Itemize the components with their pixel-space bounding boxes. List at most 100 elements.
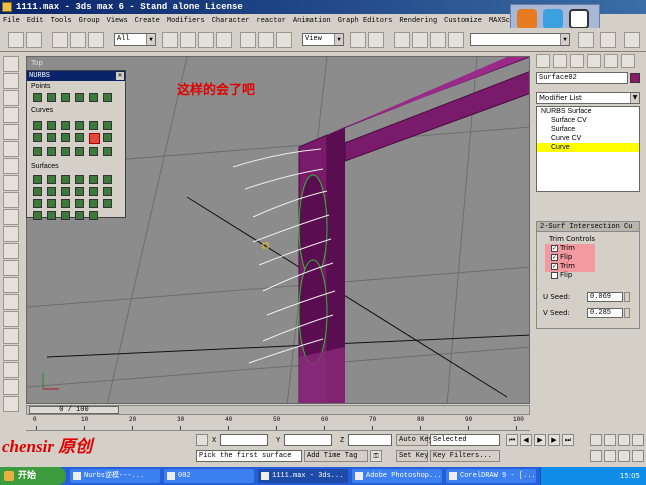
nurbs-tool-icon[interactable] [89, 199, 98, 208]
nurbs-tool-icon[interactable] [89, 121, 98, 130]
left-tool-icon[interactable] [3, 345, 19, 361]
menu-item[interactable]: Create [132, 17, 164, 25]
checkbox-checked[interactable]: ✓ [551, 262, 558, 270]
select-move-icon[interactable] [240, 32, 256, 48]
menu-item[interactable]: Edit [24, 17, 48, 25]
object-color-swatch[interactable] [630, 73, 640, 83]
app-launch-icon[interactable] [569, 9, 589, 29]
trim-checkbox[interactable]: Flip [551, 271, 572, 280]
nurbs-tool-icon[interactable] [61, 121, 70, 130]
nurbs-tool-icon[interactable] [89, 187, 98, 196]
modify-tab-icon[interactable] [553, 54, 567, 68]
nurbs-tool-icon[interactable] [33, 93, 42, 102]
left-tool-icon[interactable] [3, 192, 19, 208]
key-mode-icon[interactable]: ⚿ [370, 450, 382, 462]
checkbox-checked[interactable]: ✓ [551, 244, 558, 252]
orbit-icon[interactable] [618, 450, 630, 462]
left-tool-icon[interactable] [3, 243, 19, 259]
trim-checkbox[interactable]: ✓ Trim [551, 262, 575, 271]
menu-item[interactable]: MAXScript [486, 17, 510, 25]
v-seed-arrows[interactable] [624, 308, 630, 318]
object-name-field[interactable]: Surface02 [536, 72, 628, 84]
x-coord-field[interactable] [220, 434, 268, 446]
modifier-stack[interactable]: NURBS Surface Surface CV Surface Curve CV Cu… [536, 106, 640, 192]
nurbs-tool-icon[interactable] [47, 175, 56, 184]
left-tool-icon[interactable] [3, 175, 19, 191]
maximize-viewport-icon[interactable] [632, 450, 644, 462]
nurbs-tool-icon[interactable] [33, 199, 42, 208]
select-rotate-icon[interactable] [258, 32, 274, 48]
nurbs-tool-icon[interactable] [61, 175, 70, 184]
selection-filter-dropdown[interactable]: All ▼ [114, 33, 156, 46]
nurbs-tool-icon[interactable] [33, 187, 42, 196]
region-select-icon[interactable] [198, 32, 214, 48]
menu-item[interactable]: Rendering [396, 17, 441, 25]
close-icon[interactable]: ✕ [116, 72, 124, 80]
hierarchy-tab-icon[interactable] [570, 54, 584, 68]
nurbs-tool-icon[interactable] [47, 93, 56, 102]
left-tool-icon[interactable] [3, 260, 19, 276]
taskbar-task[interactable]: Nurbs逆模---... [70, 469, 160, 483]
menu-item[interactable]: Character [209, 17, 254, 25]
select-icon[interactable] [162, 32, 178, 48]
zoom-region-icon[interactable] [590, 450, 602, 462]
nurbs-tool-icon[interactable] [75, 187, 84, 196]
nurbs-tool-icon[interactable] [61, 93, 70, 102]
select-by-name-icon[interactable] [180, 32, 196, 48]
motion-tab-icon[interactable] [587, 54, 601, 68]
menu-item[interactable]: Tools [48, 17, 76, 25]
nurbs-tool-icon[interactable] [89, 175, 98, 184]
utilities-tab-icon[interactable] [621, 54, 635, 68]
nurbs-tool-icon[interactable] [103, 121, 112, 130]
undo-icon[interactable] [8, 32, 24, 48]
left-tool-icon[interactable] [3, 158, 19, 174]
u-seed-arrows[interactable] [624, 292, 630, 302]
stack-item[interactable]: Surface [537, 125, 639, 134]
nurbs-tool-icon[interactable] [47, 147, 56, 156]
nurbs-tool-icon[interactable] [61, 187, 70, 196]
stack-item[interactable]: Curve [537, 143, 639, 152]
trim-checkbox[interactable]: ✓ Flip [551, 253, 572, 262]
nurbs-tool-icon[interactable] [33, 175, 42, 184]
taskbar-task[interactable]: CorelDRAW 9 - [... [446, 469, 536, 483]
menu-item[interactable]: Animation [290, 17, 335, 25]
track-bar-ruler[interactable]: 0 10 20 30 40 50 60 70 80 90 100 [26, 415, 530, 431]
layer-manager-icon[interactable] [624, 32, 640, 48]
left-tool-icon[interactable] [3, 379, 19, 395]
go-to-end-icon[interactable]: ⏭ [562, 434, 574, 446]
nurbs-tool-icon[interactable] [103, 133, 112, 142]
nurbs-tool-icon[interactable] [75, 147, 84, 156]
left-tool-icon[interactable] [3, 311, 19, 327]
start-button[interactable]: 开始 [0, 467, 66, 485]
nurbs-tool-icon[interactable] [75, 133, 84, 142]
create-tab-icon[interactable] [536, 54, 550, 68]
nurbs-tool-icon[interactable] [61, 211, 70, 220]
mirror-icon[interactable] [578, 32, 594, 48]
left-tool-icon[interactable] [3, 141, 19, 157]
selected-nurbs-tool-icon[interactable] [89, 133, 100, 144]
y-coord-field[interactable] [284, 434, 332, 446]
redo-icon[interactable] [26, 32, 42, 48]
key-filters-button[interactable]: Key Filters... [430, 450, 500, 462]
time-slider-thumb[interactable]: 0 / 100 [29, 406, 119, 414]
nurbs-tool-icon[interactable] [103, 147, 112, 156]
display-tab-icon[interactable] [604, 54, 618, 68]
nurbs-title[interactable]: NURBS [27, 71, 125, 81]
zoom-icon[interactable] [590, 434, 602, 446]
nurbs-tool-icon[interactable] [61, 147, 70, 156]
nurbs-tool-icon[interactable] [47, 211, 56, 220]
left-tool-icon[interactable] [3, 277, 19, 293]
trim-checkbox[interactable]: ✓ Trim [551, 244, 575, 253]
unlink-icon[interactable] [70, 32, 86, 48]
checkbox-unchecked[interactable] [551, 271, 558, 279]
nurbs-toolbox[interactable]: NURBS ✕ Points Curves Surfaces [26, 70, 126, 220]
modifier-list-dropdown[interactable]: Modifier List ▼ [536, 92, 640, 104]
menu-item[interactable]: reactor [254, 17, 290, 25]
stack-item[interactable]: NURBS Surface [537, 107, 639, 116]
spinner-snap-icon[interactable] [448, 32, 464, 48]
taskbar-task[interactable]: 1111.max - 3ds... [258, 469, 348, 483]
select-link-icon[interactable] [52, 32, 68, 48]
menu-item[interactable]: Modifiers [164, 17, 209, 25]
menu-item[interactable]: Graph Editors [335, 17, 397, 25]
z-coord-field[interactable] [348, 434, 392, 446]
